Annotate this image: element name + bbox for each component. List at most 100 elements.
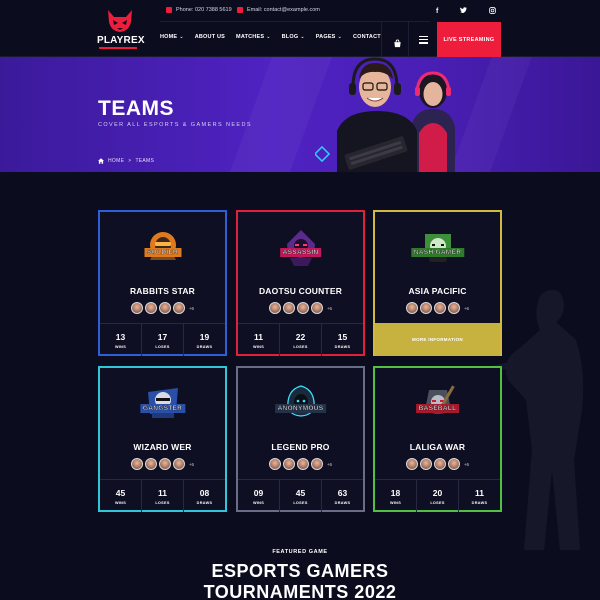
stat-value: 13	[115, 331, 126, 342]
member-avatar[interactable]	[172, 458, 185, 470]
team-members: +6	[375, 458, 500, 470]
team-card-wizard-wer[interactable]: GANGSTER WIZARD WER +6 45 WINS 11 LOSES 08…	[98, 366, 227, 512]
stat-label: DRAWS	[196, 500, 213, 505]
page-title: TEAMS	[98, 97, 174, 120]
member-avatar[interactable]	[433, 302, 446, 314]
member-avatar[interactable]	[130, 458, 143, 470]
more-members-count: +6	[326, 461, 333, 467]
stat-draws: 19 DRAWS	[184, 324, 225, 356]
nav-home[interactable]: HOME ⌄	[160, 34, 184, 40]
more-members-count: +6	[463, 305, 470, 311]
nav-contact[interactable]: CONTACT	[353, 34, 381, 40]
page-hero: TEAMS COVER ALL ESPORTS & GAMERS NEEDS H…	[0, 57, 600, 172]
breadcrumb: HOME > TEAMS	[98, 158, 154, 164]
stat-draws: 11 DRAWS	[459, 480, 500, 512]
chevron-down-icon: ⌄	[266, 34, 271, 40]
member-avatar[interactable]	[419, 302, 432, 314]
twitter-icon[interactable]	[460, 7, 468, 15]
stat-label: LOSES	[293, 500, 308, 505]
team-name[interactable]: DAOTSU COUNTER	[238, 286, 363, 296]
nav-matches[interactable]: MATCHES ⌄	[236, 34, 271, 40]
mascot-label: NASH GAMER	[410, 248, 465, 257]
stat-draws: 15 DRAWS	[322, 324, 363, 356]
phone-contact[interactable]: Phone: 020 7388 5619	[166, 7, 232, 13]
stat-value: 19	[199, 331, 210, 342]
member-avatar[interactable]	[158, 302, 171, 314]
team-members: +6	[238, 458, 363, 470]
stat-wins: 18 WINS	[375, 480, 417, 512]
member-avatar[interactable]	[282, 302, 295, 314]
member-avatar[interactable]	[296, 458, 309, 470]
soldier-silhouette-image	[490, 289, 584, 550]
breadcrumb-home[interactable]: HOME	[108, 158, 124, 164]
main-nav: HOME ⌄ ABOUT US MATCHES ⌄ BLOG ⌄ PAGES ⌄ CON…	[160, 34, 381, 40]
stat-value: 15	[337, 331, 348, 342]
stat-value: 08	[199, 487, 210, 498]
nav-contact-label: CONTACT	[352, 34, 381, 40]
brand-logo[interactable]: PLAYREX	[95, 8, 145, 50]
team-name[interactable]: RABBITS STAR	[100, 286, 225, 296]
member-avatar[interactable]	[447, 458, 460, 470]
member-avatar[interactable]	[144, 302, 157, 314]
team-card-laliga-war[interactable]: BASEBALL LALIGA WAR +6 18 WINS 20 LOSES 11…	[373, 366, 502, 512]
chevron-down-icon: ⌄	[300, 34, 305, 40]
member-avatar[interactable]	[405, 458, 418, 470]
member-avatar[interactable]	[405, 302, 418, 314]
nav-blog[interactable]: BLOG ⌄	[282, 34, 305, 40]
stat-value: 11	[158, 487, 167, 498]
nav-divider	[408, 22, 409, 57]
stat-draws: 63 DRAWS	[322, 480, 363, 512]
member-avatar[interactable]	[130, 302, 143, 314]
team-members: +6	[238, 302, 363, 314]
phone-icon	[166, 7, 172, 13]
member-avatar[interactable]	[144, 458, 157, 470]
more-members-count: +6	[463, 461, 470, 467]
team-card-legend-pro[interactable]: ANONYMOUS LEGEND PRO +6 09 WINS 45 LOSES 6…	[236, 366, 365, 512]
nav-about-us[interactable]: ABOUT US	[195, 34, 225, 40]
team-name[interactable]: LALIGA WAR	[375, 442, 500, 452]
team-card-asia-pacific[interactable]: NASH GAMER ASIA PACIFIC +6 MORE INFORMAT…	[373, 210, 502, 356]
more-information-button[interactable]: MORE INFORMATION	[375, 323, 500, 356]
member-avatar[interactable]	[172, 302, 185, 314]
member-avatar[interactable]	[158, 458, 171, 470]
hamburger-menu-icon[interactable]	[419, 36, 428, 44]
team-card-daotsu-counter[interactable]: ASSASSIN DAOTSU COUNTER +6 11 WINS 22 LOSE…	[236, 210, 365, 356]
team-name[interactable]: LEGEND PRO	[238, 442, 363, 452]
stat-label: WINS	[114, 500, 127, 505]
member-avatar[interactable]	[268, 302, 281, 314]
contact-bar: Phone: 020 7388 5619 Email: contact@exam…	[160, 0, 430, 22]
member-avatar[interactable]	[268, 458, 281, 470]
member-avatar[interactable]	[447, 302, 460, 314]
stat-wins: 09 WINS	[238, 480, 280, 512]
live-streaming-button[interactable]: LIVE STREAMING	[437, 22, 501, 57]
member-avatar[interactable]	[310, 302, 323, 314]
member-avatar[interactable]	[433, 458, 446, 470]
email-contact[interactable]: Email: contact@example.com	[237, 7, 320, 13]
member-avatar[interactable]	[282, 458, 295, 470]
stat-label: WINS	[114, 344, 127, 349]
team-stats: 13 WINS 17 LOSES 19 DRAWS	[100, 323, 225, 356]
stat-loses: 17 LOSES	[142, 324, 184, 356]
team-name[interactable]: WIZARD WER	[100, 442, 225, 452]
more-members-count: +6	[188, 461, 195, 467]
brand-name: PLAYREX	[97, 35, 145, 46]
more-members-count: +6	[326, 305, 333, 311]
stat-label: WINS	[252, 344, 265, 349]
member-avatar[interactable]	[419, 458, 432, 470]
stat-value: 18	[390, 487, 401, 498]
member-avatar[interactable]	[296, 302, 309, 314]
team-name[interactable]: ASIA PACIFIC	[375, 286, 500, 296]
stat-wins: 13 WINS	[100, 324, 142, 356]
more-members-count: +6	[188, 305, 195, 311]
featured-title-line2: TOURNAMENTS 2022	[203, 582, 397, 600]
mascot-label: BASEBALL	[415, 404, 460, 413]
instagram-icon[interactable]	[489, 6, 496, 16]
facebook-icon[interactable]: f	[436, 8, 438, 15]
stat-value: 17	[157, 331, 168, 342]
nav-pages[interactable]: PAGES ⌄	[316, 34, 342, 40]
cart-icon[interactable]	[393, 35, 402, 48]
logo-underline	[99, 47, 137, 49]
member-avatar[interactable]	[310, 458, 323, 470]
mail-icon	[237, 7, 243, 13]
team-card-rabbits-star[interactable]: SOLDIER RABBITS STAR +6 13 WINS 17 LOSES 1…	[98, 210, 227, 356]
